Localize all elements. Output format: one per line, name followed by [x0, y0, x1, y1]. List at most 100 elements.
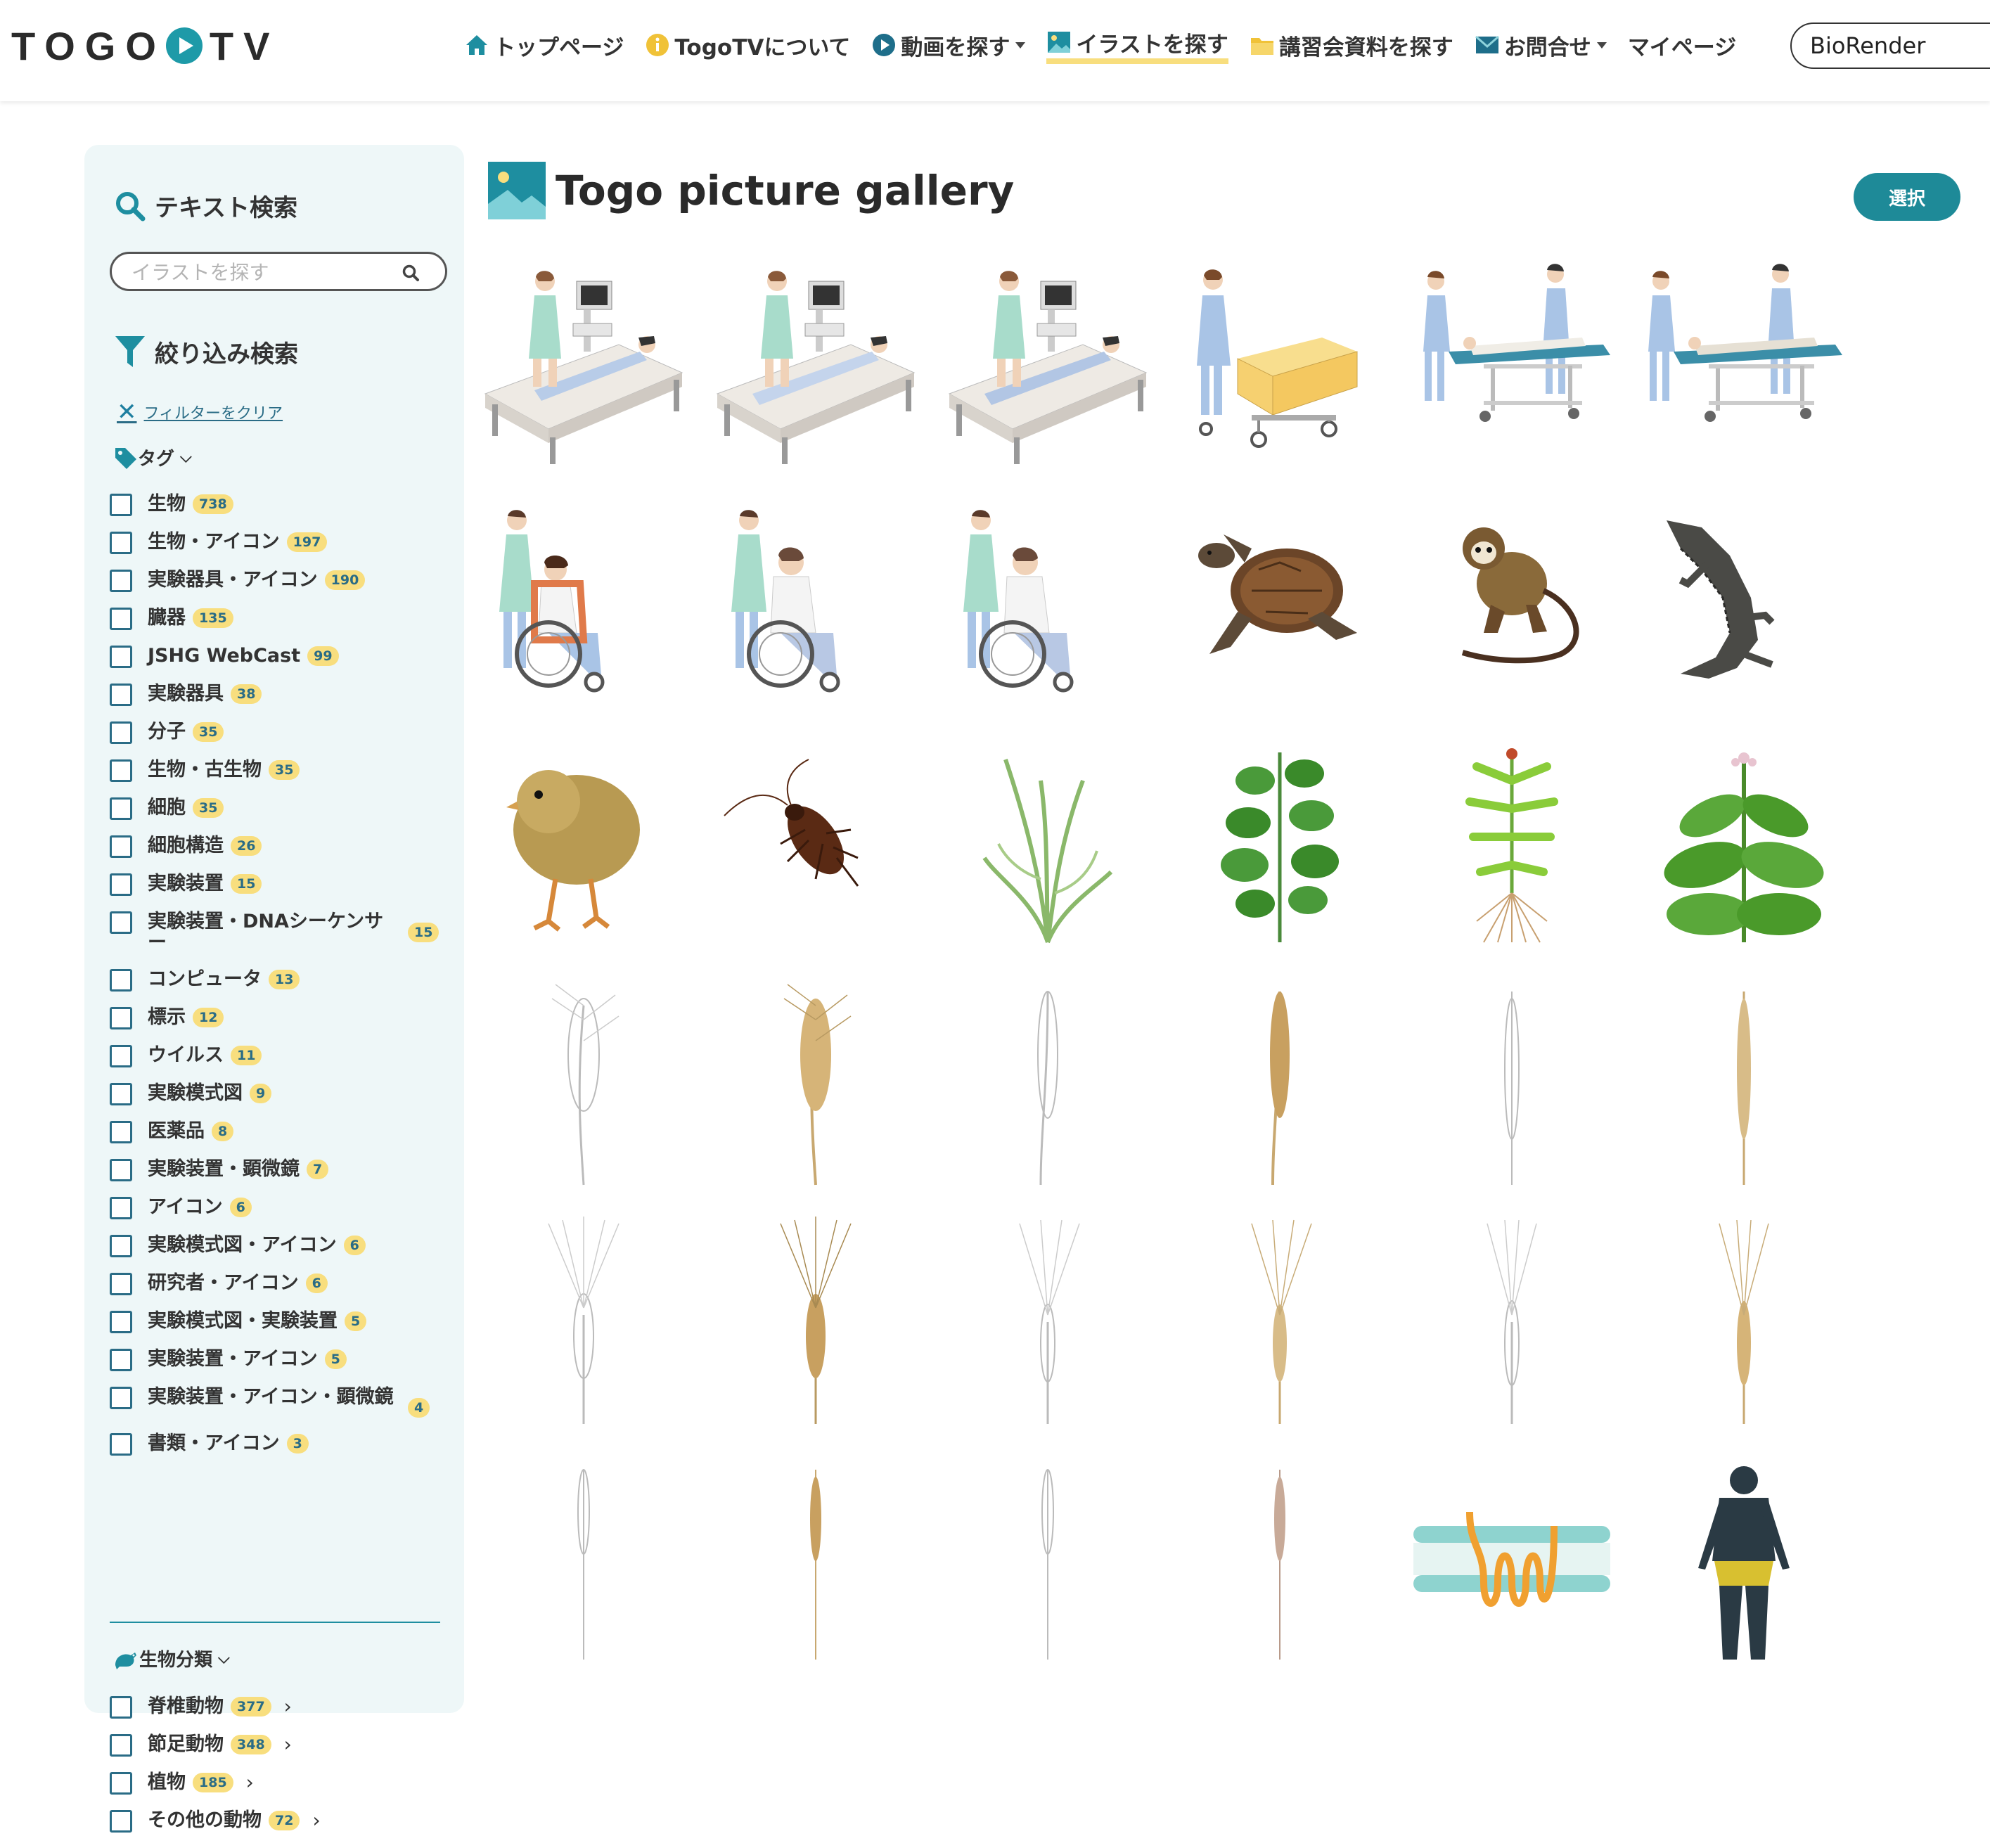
gallery-item-wheelchair-1[interactable]	[478, 492, 689, 703]
tag-checkbox[interactable]	[110, 721, 132, 744]
gallery-item-grass-plant[interactable]	[942, 738, 1153, 949]
gallery-item-wheat-ear-1[interactable]	[710, 977, 921, 1188]
tag-filter-item[interactable]: アイコン 6	[110, 1197, 447, 1219]
gallery-item-wheat-ear-outline-2[interactable]	[942, 977, 1153, 1188]
tag-checkbox[interactable]	[110, 494, 132, 516]
gallery-item-barley-2[interactable]	[1174, 1217, 1385, 1427]
tag-filter-item[interactable]: ウイルス 11	[110, 1045, 447, 1067]
tag-checkbox[interactable]	[110, 1349, 132, 1371]
tag-filter-item[interactable]: 実験装置 15	[110, 873, 447, 896]
gallery-item-barley-3[interactable]	[1638, 1217, 1849, 1427]
tag-checkbox[interactable]	[110, 570, 132, 592]
gallery-item-cockroach[interactable]	[710, 738, 921, 949]
tag-filter-item[interactable]: 細胞 35	[110, 797, 447, 820]
taxonomy-filter-item[interactable]: 植物 185 ›	[110, 1772, 447, 1795]
taxonomy-filter-item[interactable]: 脊椎動物 377 ›	[110, 1696, 447, 1719]
tag-filter-item[interactable]: 医薬品 8	[110, 1121, 447, 1143]
tag-filter-item[interactable]: 実験器具 38	[110, 684, 447, 706]
tag-checkbox[interactable]	[110, 873, 132, 896]
gallery-item-wheat-stalk-outline-1[interactable]	[478, 1456, 689, 1667]
nav-about[interactable]: TogoTVについて	[645, 30, 850, 61]
tag-checkbox[interactable]	[110, 759, 132, 782]
gallery-item-lipid-bilayer-membrane-protein[interactable]	[1406, 1456, 1617, 1667]
tag-checkbox[interactable]	[110, 532, 132, 554]
gallery-item-wheat-stalk-1[interactable]	[710, 1456, 921, 1667]
gallery-item-barley-outline-1[interactable]	[478, 1217, 689, 1427]
taxonomy-checkbox[interactable]	[110, 1696, 132, 1719]
chevron-right-icon[interactable]: ›	[246, 1772, 254, 1793]
tag-checkbox[interactable]	[110, 1387, 132, 1409]
nav-find-materials[interactable]: 講習会資料を探す	[1250, 30, 1453, 61]
taxonomy-checkbox[interactable]	[110, 1810, 132, 1833]
gallery-item-wheat-stalk-2[interactable]	[1174, 1456, 1385, 1667]
nav-contact[interactable]: お問合せ	[1475, 30, 1607, 61]
gallery-item-wheat-stalk-outline-2[interactable]	[942, 1456, 1153, 1667]
gallery-item-ultrasound-exam-3[interactable]	[942, 253, 1153, 464]
tag-filter-item[interactable]: 書類・アイコン 3	[110, 1433, 447, 1456]
tag-filter-item[interactable]: 実験装置・DNAシーケンサー 15	[110, 911, 447, 954]
gallery-item-chick[interactable]	[478, 738, 689, 949]
tag-filter-item[interactable]: コンピュータ 13	[110, 969, 447, 992]
gallery-item-barley-1[interactable]	[710, 1217, 921, 1427]
gallery-item-nurse-with-baby-cot[interactable]	[1174, 253, 1385, 464]
tag-checkbox[interactable]	[110, 1159, 132, 1181]
tag-checkbox[interactable]	[110, 1197, 132, 1219]
tag-filter-item[interactable]: 生物 738	[110, 494, 447, 516]
taxonomy-filter-item[interactable]: 節足動物 348 ›	[110, 1734, 447, 1757]
nav-top-page[interactable]: トップページ	[464, 30, 624, 61]
gallery-item-tobacco-plant[interactable]	[1638, 738, 1849, 949]
tag-checkbox[interactable]	[110, 797, 132, 820]
tag-filter-item[interactable]: 実験模式図 9	[110, 1083, 447, 1105]
gallery-item-plant-with-roots[interactable]	[1406, 738, 1617, 949]
gallery-item-ultrasound-exam-1[interactable]	[478, 253, 689, 464]
taxonomy-checkbox[interactable]	[110, 1772, 132, 1795]
nav-my-page[interactable]: マイページ	[1628, 30, 1736, 61]
search-icon[interactable]	[402, 264, 420, 282]
tag-section-toggle[interactable]: タグ ⌵	[113, 444, 192, 470]
gallery-item-stretcher-transport-2[interactable]	[1638, 253, 1849, 464]
gallery-item-ultrasound-exam-2[interactable]	[710, 253, 921, 464]
tag-filter-item[interactable]: 研究者・アイコン 6	[110, 1273, 447, 1295]
tag-filter-item[interactable]: 臓器 135	[110, 608, 447, 630]
gallery-item-sea-turtle[interactable]	[1174, 492, 1385, 703]
tag-filter-item[interactable]: 実験装置・アイコン・顕微鏡 4	[110, 1387, 447, 1418]
tag-checkbox[interactable]	[110, 1311, 132, 1333]
tag-checkbox[interactable]	[110, 969, 132, 992]
gallery-item-barley-outline-2[interactable]	[942, 1217, 1153, 1427]
gallery-item-wheat-ear-outline-3[interactable]	[1406, 977, 1617, 1188]
tag-checkbox[interactable]	[110, 608, 132, 630]
gallery-item-squirrel-monkey[interactable]	[1406, 492, 1617, 703]
chevron-right-icon[interactable]: ›	[284, 1734, 292, 1755]
tag-checkbox[interactable]	[110, 911, 132, 934]
gallery-item-wheelchair-3[interactable]	[942, 492, 1153, 703]
gallery-item-crocodile[interactable]	[1638, 492, 1849, 703]
tag-filter-item[interactable]: 実験器具・アイコン 190	[110, 570, 447, 592]
taxonomy-checkbox[interactable]	[110, 1734, 132, 1757]
tag-checkbox[interactable]	[110, 1235, 132, 1257]
select-button[interactable]: 選択	[1854, 173, 1960, 221]
taxonomy-section-toggle[interactable]: 生物分類 ⌵	[113, 1645, 230, 1671]
gallery-item-wheat-ear-2[interactable]	[1174, 977, 1385, 1188]
gallery-item-wheat-ear-outline-1[interactable]	[478, 977, 689, 1188]
tag-checkbox[interactable]	[110, 1121, 132, 1143]
tag-filter-item[interactable]: 実験模式図・実験装置 5	[110, 1311, 447, 1333]
gallery-item-human-body-back[interactable]	[1638, 1456, 1849, 1667]
tag-checkbox[interactable]	[110, 1433, 132, 1456]
tag-filter-item[interactable]: 実験模式図・アイコン 6	[110, 1235, 447, 1257]
gallery-item-leafy-plant[interactable]	[1174, 738, 1385, 949]
tag-filter-item[interactable]: 生物・古生物 35	[110, 759, 447, 782]
tag-checkbox[interactable]	[110, 1273, 132, 1295]
tag-filter-item[interactable]: 生物・アイコン 197	[110, 532, 447, 554]
clear-filter-link[interactable]: ✕ フィルターをクリア	[117, 398, 283, 426]
tag-filter-item[interactable]: 分子 35	[110, 721, 447, 744]
chevron-right-icon[interactable]: ›	[312, 1810, 320, 1831]
gallery-item-wheelchair-2[interactable]	[710, 492, 921, 703]
tag-checkbox[interactable]	[110, 1045, 132, 1067]
nav-find-videos[interactable]: 動画を探す	[871, 30, 1026, 61]
tag-checkbox[interactable]	[110, 1007, 132, 1029]
tag-filter-item[interactable]: 実験装置・アイコン 5	[110, 1349, 447, 1371]
togotv-logo[interactable]: TOGO TV	[11, 21, 279, 70]
tag-filter-item[interactable]: 標示 12	[110, 1007, 447, 1029]
tag-checkbox[interactable]	[110, 1083, 132, 1105]
gallery-item-barley-outline-3[interactable]	[1406, 1217, 1617, 1427]
